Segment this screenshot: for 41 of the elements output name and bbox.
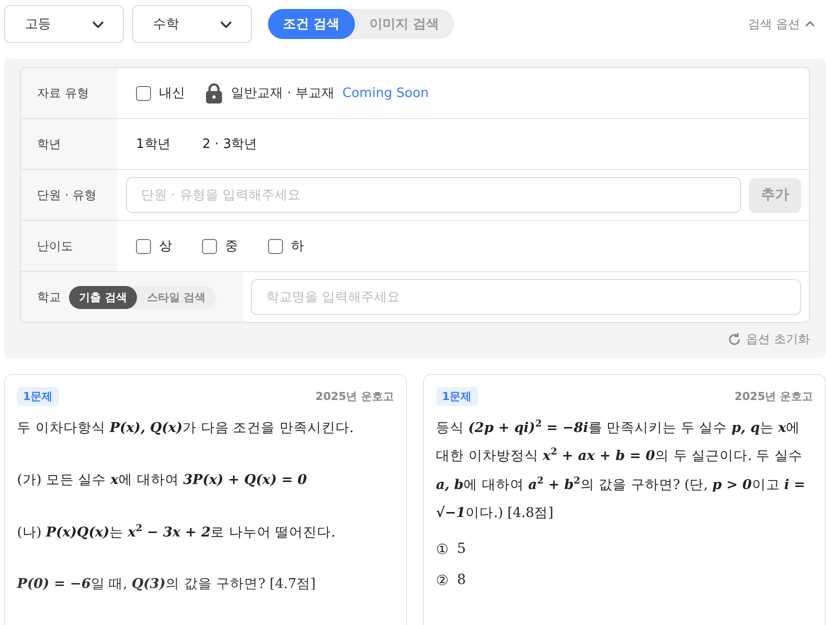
locked-option-label: 일반교재 · 부교재 <box>231 85 334 102</box>
school-mode-tab[interactable]: 기출 검색 <box>69 286 137 308</box>
grade-option[interactable]: 2 · 3학년 <box>202 135 258 153</box>
refresh-icon <box>727 332 742 347</box>
question-text: 두 이차다항식 P(x), Q(x)가 다음 조건을 만족시킨다. <box>17 419 355 438</box>
row-label: 학년 <box>21 119 118 169</box>
question-text: (나) P(x)Q(x)는 x$^{2}$ − 3x + 2로 나누어 떨어진다. <box>17 522 336 543</box>
dropdown[interactable]: 수학 <box>132 5 252 43</box>
choice-number: ① <box>436 541 449 558</box>
row-label: 자료 유형 <box>21 68 118 118</box>
lock-icon <box>205 82 223 104</box>
question-text: 등식 (2p + qi)$^{2}$ = −8i를 만족시키는 두 실수 p, q는 x에 대한 이차방정식 x$^{2}$ + ax + b = 0의 두 실근이다. 두 실수 a, b에 대하여 a$^{2}$ + b$^{2}$ 의 값을 구하면? (단, p > 0이고 i = √−1 이다.) [4.8점] <box>436 418 806 524</box>
checkbox-label: 내신 <box>159 85 185 102</box>
row-label: 난이도 <box>21 221 118 271</box>
school-input-field[interactable]: 학교명을 입력해주세요 <box>251 279 801 315</box>
checkbox[interactable] <box>136 238 151 254</box>
checkbox[interactable] <box>202 238 217 254</box>
search-options-toggle[interactable]: 검색 옵션 <box>742 14 822 34</box>
question-source: 2025년 운호고 <box>734 389 813 404</box>
question-source: 2025년 운호고 <box>316 389 394 404</box>
dropdown[interactable]: 고등 <box>4 5 124 43</box>
coming-soon-label: Coming Soon <box>342 86 429 100</box>
question-count-badge: 1문제 <box>436 387 478 406</box>
question-card[interactable]: 1문제 2025년 운호고 등식 (2p + qi)$^{2}$ = −8i를 만족시키는 두 실수 p, q는 x에 대한 이차방정식 x$^{2}$ + ax + b = 0의 두 실근이다. 두 실수 a, b에 대하여 a$^{2}$ + b$^{2}$ 의 값을 구하면? (단, p > 0이고 i = √−1 이다.) [4.8점] ① 5 ② 8 <box>423 374 826 625</box>
unit-input-field[interactable]: 단원 · 유형을 입력해주세요 <box>126 177 741 213</box>
question-count-badge: 1문제 <box>17 387 59 406</box>
checkbox[interactable] <box>268 238 283 254</box>
grade-option[interactable]: 1학년 <box>136 135 170 153</box>
checkbox-label: 하 <box>291 238 304 255</box>
question-card[interactable]: 1문제 2025년 운호고 두 이차다항식 P(x), Q(x)가 다음 조건을 만족시킨다. (가) 모든 실수 x에 대하여 3P(x) + Q(x) = 0 (나) P(x)Q(x)는 x$^{2}$ − 3x + 2로 나누어 떨어진다. P(0) = −6일 때, Q(3)의 값을 구하면? [4.7점] <box>4 374 407 625</box>
checkbox[interactable] <box>136 86 151 100</box>
choice-text: 5 <box>457 541 466 558</box>
question-text: (가) 모든 실수 x에 대하여 3P(x) + Q(x) = 0 <box>17 470 308 490</box>
choice-text: 8 <box>457 572 466 590</box>
search-tab[interactable]: 조건 검색 <box>268 9 355 39</box>
checkbox-label: 상 <box>159 238 172 255</box>
checkbox-label: 중 <box>225 238 238 255</box>
question-text: P(0) = −6일 때, Q(3)의 값을 구하면? [4.7점] <box>17 575 317 594</box>
choice-number: ② <box>436 572 449 590</box>
row-label: 단원 · 유형 <box>21 170 118 220</box>
row-label: 학교 <box>37 288 61 306</box>
